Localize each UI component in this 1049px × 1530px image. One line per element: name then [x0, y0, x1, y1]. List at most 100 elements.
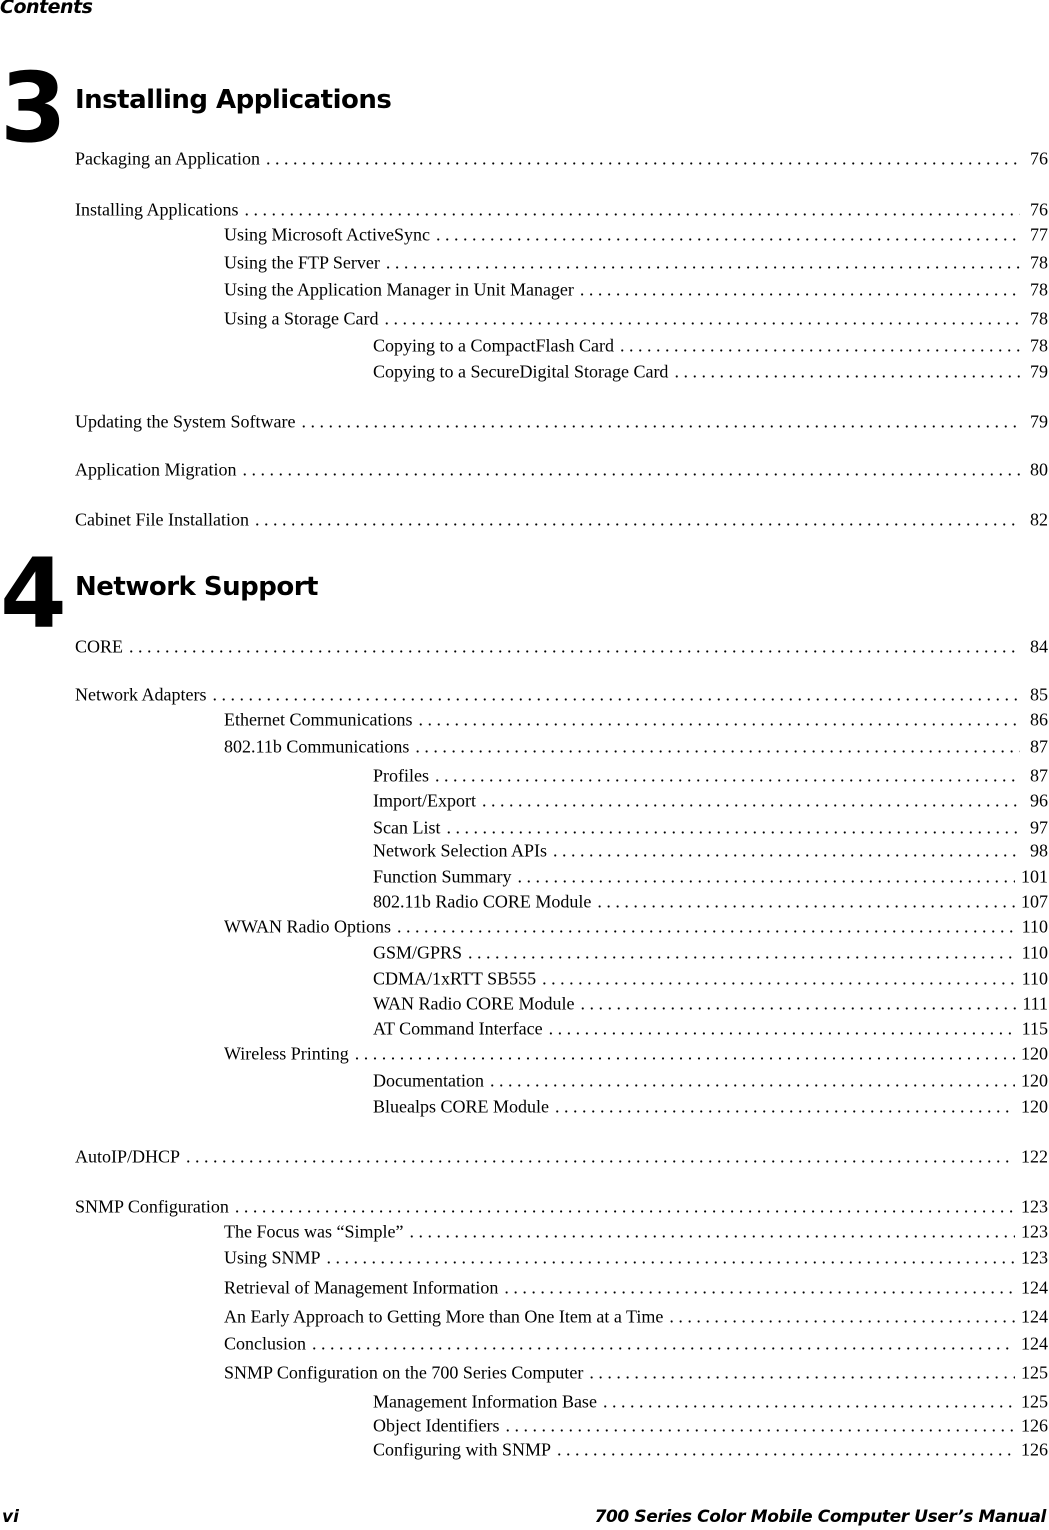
dot-leader: [620, 335, 1020, 356]
toc-entry[interactable]: Retrieval of Management Information 124: [224, 1277, 1048, 1298]
toc-entry[interactable]: Installing Applications 76: [75, 199, 1048, 220]
toc-entry-page: 79: [1030, 361, 1048, 382]
dot-leader: [235, 1196, 1015, 1217]
dot-leader: [468, 942, 1016, 963]
toc-entry-page: 125: [1021, 1391, 1048, 1412]
toc-entry-page: 76: [1030, 148, 1048, 169]
toc-entry[interactable]: Object Identifiers 126: [373, 1415, 1048, 1436]
toc-entry-page: 78: [1030, 335, 1048, 356]
toc-entry-title: Application Migration: [75, 459, 237, 480]
toc-entry[interactable]: Network Selection APIs 98: [373, 840, 1048, 861]
dot-leader: [129, 636, 1020, 657]
toc-entry-page: 78: [1030, 308, 1048, 329]
toc-entry[interactable]: 802.11b Communications 87: [224, 736, 1048, 757]
toc-entry[interactable]: WAN Radio CORE Module 111: [373, 993, 1048, 1014]
toc-entry[interactable]: CDMA/1xRTT SB555 110: [373, 968, 1048, 989]
toc-entry[interactable]: SNMP Configuration 123: [75, 1196, 1048, 1217]
dot-leader: [505, 1415, 1015, 1436]
toc-entry-title: Network Adapters: [75, 684, 207, 705]
toc-entry-page: 85: [1030, 684, 1048, 705]
toc-entry[interactable]: Using SNMP 123: [224, 1247, 1048, 1268]
toc-entry-page: 110: [1021, 916, 1048, 937]
toc-entry[interactable]: Using the Application Manager in Unit Ma…: [224, 279, 1048, 300]
footer-page-number: vi: [2, 1507, 19, 1527]
dot-leader: [490, 1070, 1015, 1091]
toc-entry[interactable]: Updating the System Software 79: [75, 411, 1048, 432]
toc-entry-page: 120: [1021, 1096, 1048, 1117]
toc-entry[interactable]: AutoIP/DHCP 122: [75, 1146, 1048, 1167]
chapter-number: 3: [0, 52, 67, 164]
toc-entry-title: Bluealps CORE Module: [373, 1096, 549, 1117]
toc-entry-page: 120: [1021, 1070, 1048, 1091]
toc-entry-title: Function Summary: [373, 866, 512, 887]
toc-entry-page: 120: [1021, 1043, 1048, 1064]
toc-entry-title: Using a Storage Card: [224, 308, 379, 329]
dot-leader: [242, 459, 1020, 480]
toc-entry[interactable]: Copying to a SecureDigital Storage Card 7…: [373, 361, 1048, 382]
toc-entry[interactable]: Using a Storage Card 78: [224, 308, 1048, 329]
toc-entry-title: WWAN Radio Options: [224, 916, 391, 937]
toc-entry-title: Using Microsoft ActiveSync: [224, 224, 430, 245]
toc-entry[interactable]: CORE 84: [75, 636, 1048, 657]
toc-entry[interactable]: Cabinet File Installation 82: [75, 509, 1048, 530]
toc-entry-title: 802.11b Radio CORE Module: [373, 891, 592, 912]
toc-entry-title: Copying to a CompactFlash Card: [373, 335, 614, 356]
dot-leader: [301, 411, 1020, 432]
toc-entry[interactable]: Using Microsoft ActiveSync 77: [224, 224, 1048, 245]
dot-leader: [603, 1391, 1015, 1412]
dot-leader: [581, 993, 1017, 1014]
toc-entry[interactable]: The Focus was “Simple” 123: [224, 1221, 1048, 1242]
toc-entry-title: CDMA/1xRTT SB555: [373, 968, 537, 989]
toc-entry[interactable]: Wireless Printing 120: [224, 1043, 1048, 1064]
dot-leader: [409, 1221, 1015, 1242]
toc-entry[interactable]: Function Summary 101: [373, 866, 1048, 887]
chapter-title: Network Support: [75, 572, 318, 602]
toc-entry[interactable]: 802.11b Radio CORE Module 107: [373, 891, 1048, 912]
toc-entry-title: Copying to a SecureDigital Storage Card: [373, 361, 669, 382]
dot-leader: [386, 252, 1020, 273]
toc-entry-title: Import/Export: [373, 790, 476, 811]
toc-entry-title: Documentation: [373, 1070, 484, 1091]
dot-leader: [436, 224, 1020, 245]
dot-leader: [557, 1439, 1015, 1460]
toc-entry[interactable]: Import/Export 96: [373, 790, 1048, 811]
toc-entry-page: 126: [1021, 1415, 1048, 1436]
toc-entry[interactable]: An Early Approach to Getting More than O…: [224, 1306, 1048, 1327]
dot-leader: [518, 866, 1016, 887]
toc-entry-page: 107: [1021, 891, 1048, 912]
dot-leader: [266, 148, 1020, 169]
toc-entry[interactable]: Management Information Base 125: [373, 1391, 1048, 1412]
toc-entry-title: Cabinet File Installation: [75, 509, 249, 530]
toc-entry-title: Configuring with SNMP: [373, 1439, 552, 1460]
toc-entry[interactable]: Scan List 97: [373, 817, 1048, 838]
toc-entry[interactable]: AT Command Interface 115: [373, 1018, 1048, 1039]
dot-leader: [669, 1306, 1015, 1327]
toc-entry-page: 124: [1021, 1306, 1048, 1327]
toc-entry[interactable]: Conclusion 124: [224, 1333, 1048, 1354]
toc-entry-title: AT Command Interface: [373, 1018, 543, 1039]
toc-entry[interactable]: Documentation 120: [373, 1070, 1048, 1091]
toc-entry[interactable]: Ethernet Communications 86: [224, 709, 1048, 730]
dot-leader: [482, 790, 1020, 811]
toc-entry[interactable]: WWAN Radio Options 110: [224, 916, 1048, 937]
toc-entry[interactable]: Packaging an Application 76: [75, 148, 1048, 169]
toc-entry-title: Network Selection APIs: [373, 840, 547, 861]
toc-entry-page: 87: [1030, 765, 1048, 786]
toc-entry[interactable]: SNMP Configuration on the 700 Series Com…: [224, 1362, 1048, 1383]
toc-entry[interactable]: GSM/GPRS 110: [373, 942, 1048, 963]
toc-entry[interactable]: Profiles 87: [373, 765, 1048, 786]
toc-entry-title: Packaging an Application: [75, 148, 260, 169]
toc-entry-page: 101: [1021, 866, 1048, 887]
toc-entry-title: Ethernet Communications: [224, 709, 413, 730]
toc-entry[interactable]: Network Adapters 85: [75, 684, 1048, 705]
toc-entry-page: 98: [1030, 840, 1048, 861]
dot-leader: [553, 840, 1020, 861]
toc-entry-page: 110: [1021, 968, 1048, 989]
toc-entry[interactable]: Application Migration 80: [75, 459, 1048, 480]
toc-entry[interactable]: Using the FTP Server 78: [224, 252, 1048, 273]
toc-entry[interactable]: Copying to a CompactFlash Card 78: [373, 335, 1048, 356]
toc-entry-title: SNMP Configuration on the 700 Series Com…: [224, 1362, 584, 1383]
toc-entry[interactable]: Bluealps CORE Module 120: [373, 1096, 1048, 1117]
toc-entry[interactable]: Configuring with SNMP 126: [373, 1439, 1048, 1460]
dot-leader: [555, 1096, 1015, 1117]
